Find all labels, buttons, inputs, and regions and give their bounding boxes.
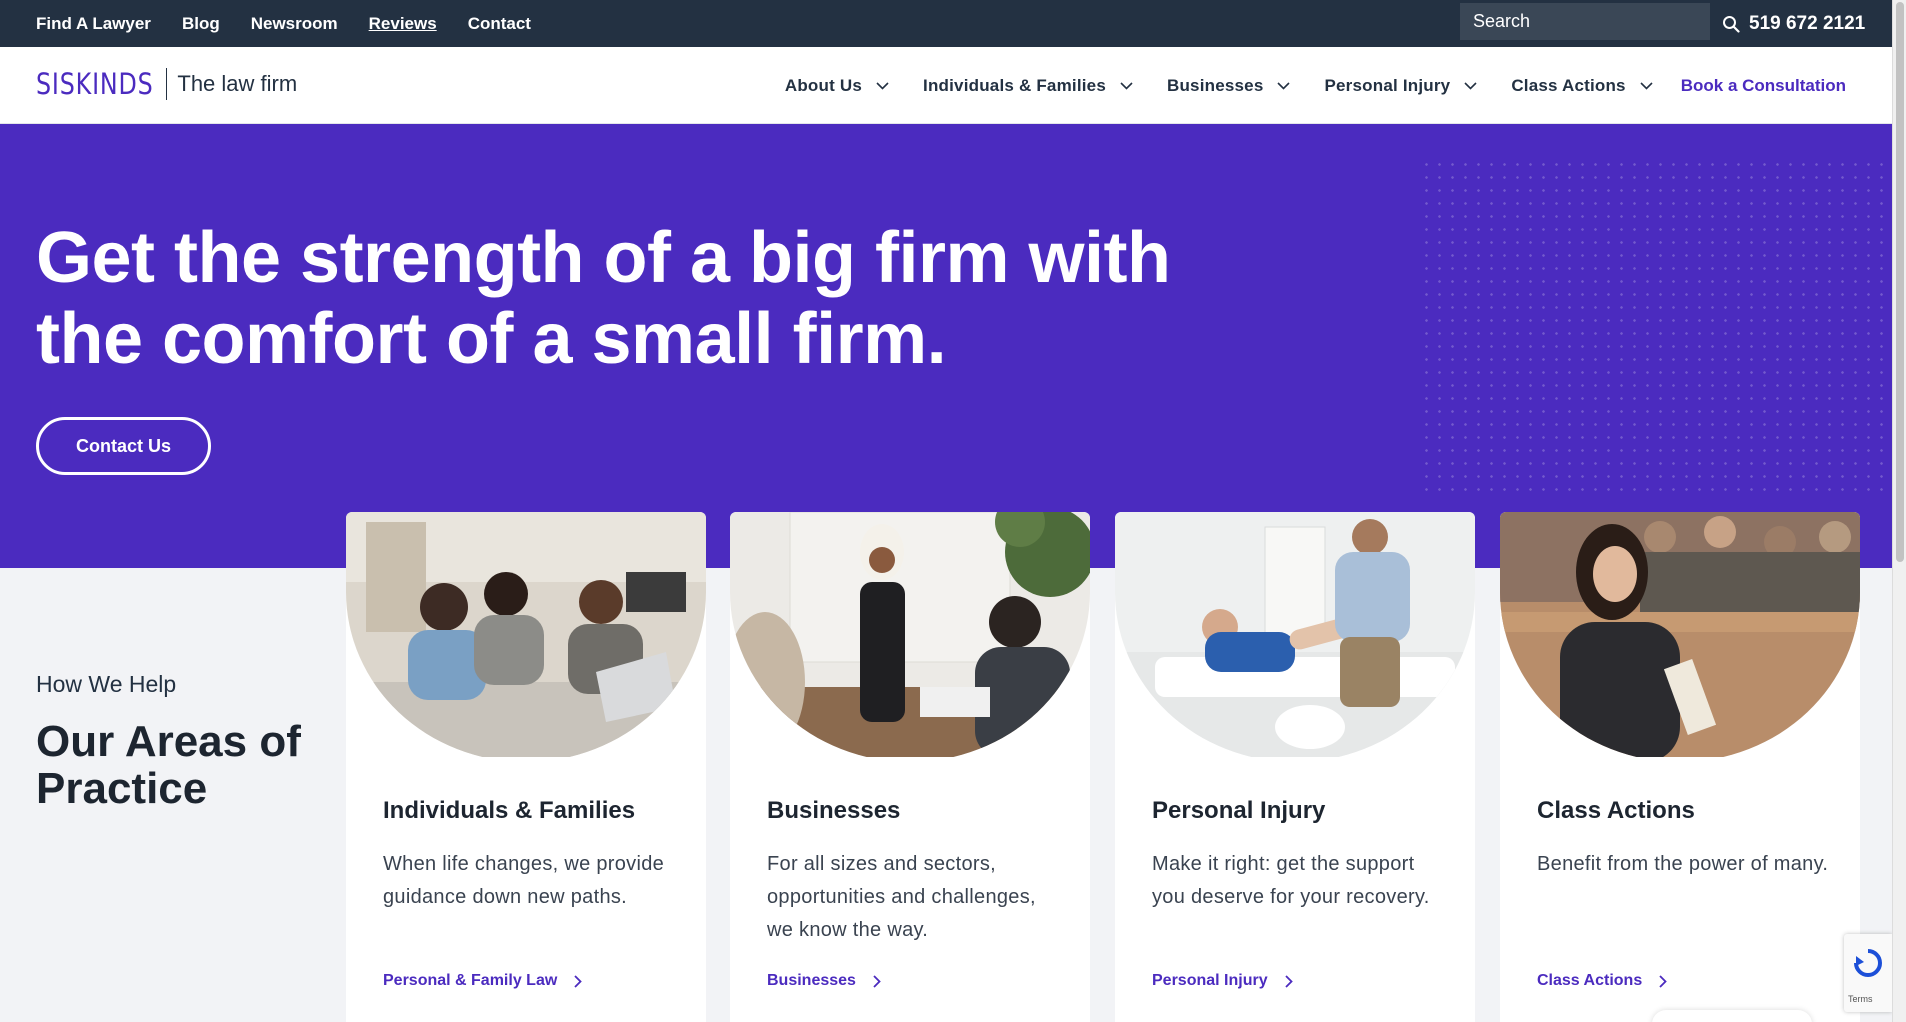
book-consultation-link[interactable]: Book a Consultation (1681, 76, 1846, 96)
card-description: When life changes, we provide guidance d… (383, 853, 665, 908)
nav-item-label: Class Actions (1511, 75, 1626, 95)
phone-number: 519 672 2121 (1749, 12, 1866, 34)
hero-dot-pattern (1420, 158, 1892, 498)
card-photo-physio (1115, 512, 1475, 757)
chevron-down-icon (1277, 81, 1291, 90)
chevron-right-icon (1284, 974, 1293, 988)
card-photo-meeting (346, 512, 706, 757)
chevron-right-icon (1659, 974, 1667, 988)
search-box (1460, 3, 1710, 40)
nav-item-individuals-families[interactable]: Individuals & Families (923, 76, 1133, 96)
nav-item-personal-injury[interactable]: Personal Injury (1324, 76, 1477, 96)
logo-divider (166, 68, 168, 100)
card-link-label: Personal & Family Law (383, 972, 558, 989)
practice-card-businesses: Businesses For all sizes and sectors, op… (730, 512, 1090, 1022)
practice-card-personal-injury: Personal Injury Make it right: get the s… (1115, 512, 1475, 1022)
card-link-label: Businesses (767, 972, 856, 989)
card-description: For all sizes and sectors, opportunities… (767, 853, 1036, 941)
hero-title: Get the strength of a big firm with the … (36, 218, 1236, 380)
chevron-down-icon (1640, 81, 1653, 90)
nav-item-businesses[interactable]: Businesses (1167, 76, 1291, 96)
phone-link[interactable]: 519 672 2121 (1722, 0, 1865, 47)
chevron-right-icon (873, 974, 881, 988)
nav-items: About Us Individuals & Families Business… (751, 47, 1846, 124)
card-link-label: Personal Injury (1152, 972, 1268, 989)
personal-family-law-link[interactable]: Personal & Family Law (383, 972, 583, 990)
card-title: Businesses (767, 797, 901, 824)
card-description: Benefit from the power of many. (1537, 853, 1829, 875)
hero-title-line-2: the comfort of a small firm. (36, 299, 947, 379)
class-actions-link[interactable]: Class Actions (1537, 972, 1667, 990)
practice-card-individuals: Individuals & Families When life changes… (346, 512, 706, 1022)
chat-widget[interactable] (1652, 1010, 1812, 1022)
search-input[interactable] (1460, 3, 1710, 40)
section-label: How We Help (36, 671, 177, 697)
logo-tagline: The law firm (177, 71, 298, 96)
chevron-down-icon (1464, 81, 1477, 90)
card-description: Make it right: get the support you deser… (1152, 853, 1430, 908)
card-link-label: Class Actions (1537, 972, 1643, 989)
chevron-down-icon (1120, 81, 1133, 90)
practice-card-class-actions: Class Actions Benefit from the power of … (1500, 512, 1860, 1022)
scrollbar[interactable] (1892, 0, 1906, 1022)
contact-us-button[interactable]: Contact Us (36, 417, 211, 475)
newsroom-link[interactable]: Newsroom (251, 14, 338, 34)
card-photo-handshake (730, 512, 1090, 757)
card-photo-courtroom (1500, 512, 1860, 757)
scrollbar-thumb[interactable] (1896, 2, 1904, 562)
recaptcha-badge[interactable]: Terms (1844, 934, 1892, 1012)
chevron-down-icon (876, 81, 889, 90)
blog-link[interactable]: Blog (182, 14, 220, 34)
personal-injury-link[interactable]: Personal Injury (1152, 972, 1293, 990)
nav-item-label: About Us (784, 75, 863, 95)
utility-links: Find A Lawyer Blog Newsroom Reviews Cont… (36, 0, 562, 47)
logo[interactable]: SISKINDS The law firm (36, 65, 297, 103)
recaptcha-icon (1854, 949, 1882, 977)
card-title: Class Actions (1537, 797, 1695, 824)
section-title: Our Areas of Practice (36, 717, 301, 813)
utility-bar: Find A Lawyer Blog Newsroom Reviews Cont… (0, 0, 1892, 47)
nav-item-class-actions[interactable]: Class Actions (1511, 75, 1653, 96)
find-a-lawyer-link[interactable]: Find A Lawyer (36, 14, 151, 34)
main-nav: SISKINDS The law firm About Us Individua… (0, 47, 1892, 124)
nav-item-label: Personal Injury (1324, 75, 1451, 95)
search-icon[interactable] (1722, 15, 1740, 33)
recaptcha-terms[interactable]: Terms (1848, 994, 1873, 1004)
nav-item-label: Individuals & Families (923, 75, 1106, 95)
businesses-link[interactable]: Businesses (767, 972, 881, 990)
chevron-right-icon (574, 974, 583, 988)
card-title: Personal Injury (1152, 797, 1326, 824)
nav-item-about-us[interactable]: About Us (785, 76, 889, 96)
nav-item-label: Businesses (1166, 75, 1264, 95)
hero-title-line-1: Get the strength of a big firm with (36, 218, 1171, 298)
card-title: Individuals & Families (383, 797, 636, 824)
logo-wordmark: SISKINDS (36, 67, 154, 101)
hero-banner: Get the strength of a big firm with the … (0, 124, 1892, 568)
reviews-link[interactable]: Reviews (369, 14, 437, 34)
contact-link[interactable]: Contact (468, 14, 531, 34)
